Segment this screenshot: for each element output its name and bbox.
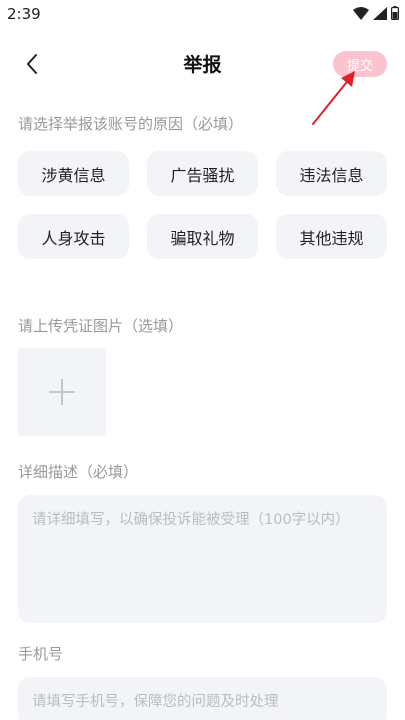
status-bar: 2:39 bbox=[0, 0, 405, 30]
reason-option-attack[interactable]: 人身攻击 bbox=[18, 214, 129, 259]
reason-option-other[interactable]: 其他违规 bbox=[276, 214, 387, 259]
upload-image-button[interactable] bbox=[18, 348, 106, 436]
reason-option-ad[interactable]: 广告骚扰 bbox=[147, 151, 258, 196]
upload-section-label: 请上传凭证图片（选填） bbox=[18, 317, 184, 335]
submit-button[interactable]: 提交 bbox=[333, 51, 387, 77]
plus-icon bbox=[49, 379, 75, 405]
description-input[interactable] bbox=[18, 495, 387, 623]
reason-option-illegal[interactable]: 违法信息 bbox=[276, 151, 387, 196]
wifi-icon bbox=[353, 6, 369, 20]
phone-input[interactable] bbox=[18, 677, 387, 720]
reason-section-label: 请选择举报该账号的原因（必填） bbox=[18, 115, 244, 133]
status-icons bbox=[353, 6, 399, 20]
phone-section-label: 手机号 bbox=[18, 645, 64, 663]
status-time: 2:39 bbox=[7, 5, 41, 23]
description-section-label: 详细描述（必填） bbox=[18, 463, 139, 481]
reason-option-porn[interactable]: 涉黄信息 bbox=[18, 151, 129, 196]
signal-icon bbox=[373, 6, 387, 20]
battery-icon bbox=[391, 6, 399, 20]
reason-option-gift-scam[interactable]: 骗取礼物 bbox=[147, 214, 258, 259]
